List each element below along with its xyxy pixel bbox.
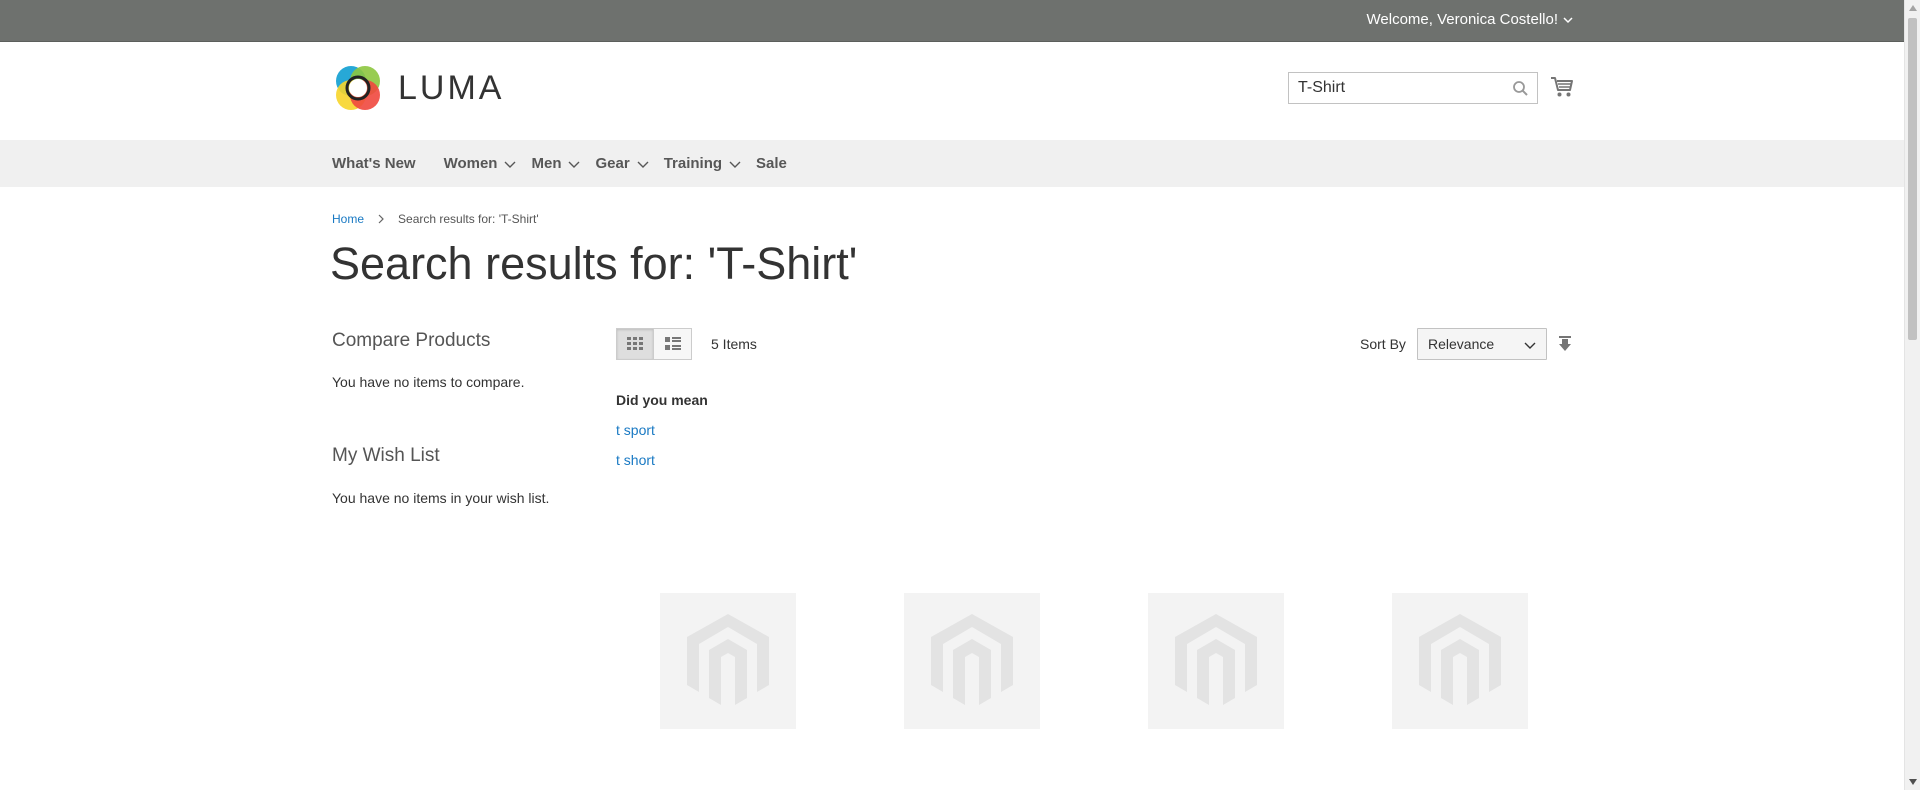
sort-by-label: Sort By: [1360, 336, 1406, 352]
suggestion-link[interactable]: t sport: [616, 422, 655, 438]
store-logo[interactable]: LUMA: [332, 62, 504, 114]
sort-direction-arrow-icon[interactable]: [1559, 336, 1571, 352]
nav-item-label: What's New: [332, 155, 416, 172]
items-count: 5 Items: [711, 336, 757, 352]
grid-view-button[interactable]: [616, 328, 654, 360]
compare-products-block: Compare Products: [332, 330, 490, 352]
placeholder-icon: [931, 614, 1013, 705]
nav-item-women[interactable]: Women: [444, 155, 518, 172]
scrollbar-thumb[interactable]: [1908, 18, 1917, 340]
placeholder-icon: [1175, 614, 1257, 705]
breadcrumb-current: Search results for: 'T-Shirt': [398, 212, 539, 226]
luma-logo-icon: [336, 66, 380, 110]
nav-item-label: Sale: [756, 155, 787, 172]
nav-item-sale[interactable]: Sale: [756, 155, 787, 172]
welcome-text: Welcome, Veronica Costello!: [1366, 11, 1558, 28]
main-navigation: What's New Women Men Gear Training Sale: [0, 140, 1904, 187]
cart-icon[interactable]: [1550, 76, 1574, 98]
list-icon: [664, 337, 681, 350]
compare-products-title: Compare Products: [332, 330, 491, 351]
list-view-button[interactable]: [654, 328, 692, 360]
nav-item-training[interactable]: Training: [664, 155, 742, 172]
wishlist-empty-text: You have no items in your wish list.: [332, 490, 550, 506]
nav-item-label: Men: [531, 155, 562, 172]
page-header: LUMA: [0, 42, 1904, 140]
scroll-up-arrow-icon[interactable]: [1909, 5, 1917, 11]
compare-products-empty: You have no items to compare.: [332, 374, 525, 390]
breadcrumb: Home Search results for: 'T-Shirt': [332, 212, 539, 226]
logo-text: LUMA: [398, 68, 505, 107]
wishlist-block: My Wish List: [332, 445, 440, 467]
chevron-down-icon: [729, 161, 741, 168]
sort-by-value: Relevance: [1428, 336, 1495, 352]
grid-icon: [627, 337, 643, 350]
wishlist-title: My Wish List: [332, 445, 440, 466]
chevron-down-icon: [568, 161, 580, 168]
chevron-down-icon: [1524, 342, 1536, 349]
product-image[interactable]: [904, 593, 1040, 729]
chevron-right-icon: [378, 214, 384, 224]
chevron-down-icon: [637, 161, 649, 168]
chevron-down-icon: [504, 161, 516, 168]
nav-item-label: Training: [663, 155, 723, 172]
suggestion-link[interactable]: t short: [616, 452, 655, 468]
nav-item-whats-new[interactable]: What's New: [332, 155, 416, 172]
view-mode-switcher: [616, 328, 692, 360]
chevron-down-icon: [1563, 16, 1573, 23]
placeholder-icon: [1419, 614, 1501, 705]
product-image[interactable]: [660, 593, 796, 729]
scroll-down-arrow-icon[interactable]: [1909, 779, 1917, 785]
page-scrollbar[interactable]: [1904, 0, 1920, 790]
compare-empty-text: You have no items to compare.: [332, 374, 525, 390]
nav-item-label: Women: [443, 155, 498, 172]
search-box: [1288, 72, 1538, 104]
search-input[interactable]: [1289, 73, 1499, 103]
breadcrumb-home-link[interactable]: Home: [332, 212, 364, 226]
placeholder-icon: [687, 614, 769, 705]
wishlist-empty: You have no items in your wish list.: [332, 490, 549, 506]
sort-by-select[interactable]: Relevance: [1417, 328, 1547, 360]
page-title: Search results for: 'T-Shirt': [330, 238, 858, 289]
top-panel: Welcome, Veronica Costello!: [0, 0, 1904, 42]
product-image[interactable]: [1392, 593, 1528, 729]
search-icon[interactable]: [1512, 80, 1529, 97]
product-image[interactable]: [1148, 593, 1284, 729]
did-you-mean-title: Did you mean: [616, 392, 708, 408]
customer-welcome-menu[interactable]: Welcome, Veronica Costello!: [1367, 11, 1574, 28]
nav-item-gear[interactable]: Gear: [595, 155, 649, 172]
nav-item-men[interactable]: Men: [531, 155, 581, 172]
nav-item-label: Gear: [595, 155, 630, 172]
